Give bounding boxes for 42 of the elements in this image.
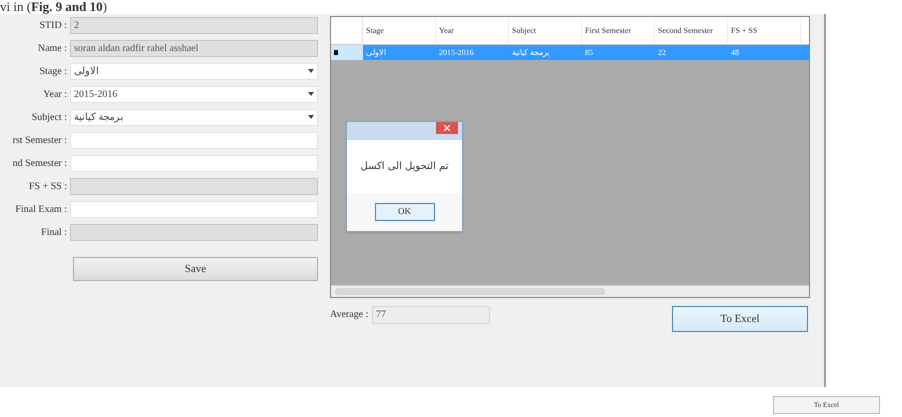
input-field[interactable] xyxy=(70,200,318,218)
column-header[interactable]: FS + SS xyxy=(728,17,801,44)
close-button[interactable] xyxy=(436,122,458,134)
dialog-message: تم التحويل الى اكسل xyxy=(360,160,448,174)
dropdown-field[interactable]: برمجة كيانية xyxy=(70,108,318,126)
ok-button[interactable]: OK xyxy=(374,203,434,221)
field-label: STID : xyxy=(38,18,68,32)
column-header[interactable]: Year xyxy=(436,17,509,44)
table-cell-text: 85 xyxy=(584,47,594,59)
table-cell-text: 22 xyxy=(657,47,667,59)
dropdown-arrow-icon xyxy=(308,92,314,96)
dropdown-arrow-icon xyxy=(308,69,314,73)
save-button[interactable]: Save xyxy=(73,257,318,281)
field-label: Year : xyxy=(42,88,68,102)
average-field[interactable]: 77 xyxy=(372,306,490,324)
field-label: Stage : xyxy=(38,64,68,78)
dropdown-field[interactable]: الاولى xyxy=(70,62,318,80)
row-pointer-icon xyxy=(334,50,338,55)
to-excel-button[interactable]: To Excel xyxy=(672,306,808,332)
input-field[interactable] xyxy=(70,154,318,172)
dropdown-field[interactable]: 2015-2016 xyxy=(70,86,318,102)
field-label: rst Semester : xyxy=(12,134,68,148)
caption-text: vi in (Fig. 9 and 10) xyxy=(0,0,107,14)
field-label: Name : xyxy=(36,42,68,56)
table-cell-text: 48 xyxy=(730,47,740,59)
column-header[interactable]: First Semester xyxy=(582,17,655,44)
horizontal-scrollbar[interactable] xyxy=(331,285,809,297)
table-cell-text: 2015-2016 xyxy=(438,47,475,59)
input-field[interactable] xyxy=(70,132,318,148)
column-header[interactable]: Subject xyxy=(509,17,582,44)
field-label: Final : xyxy=(40,226,68,240)
dropdown-arrow-icon xyxy=(308,115,314,119)
field-label: Subject : xyxy=(30,110,68,124)
table-cell-text: برمجة كيانية xyxy=(511,47,550,59)
column-header[interactable]: Second Semester xyxy=(655,17,728,44)
field-label: Final Exam : xyxy=(14,202,68,216)
field-label: nd Semester : xyxy=(12,156,68,170)
column-header[interactable]: Stage xyxy=(363,17,436,44)
average-label: Average : xyxy=(330,308,370,322)
table-cell-text: الاولى xyxy=(365,47,387,59)
field-label: FS + SS : xyxy=(28,180,68,194)
close-icon xyxy=(444,125,450,132)
